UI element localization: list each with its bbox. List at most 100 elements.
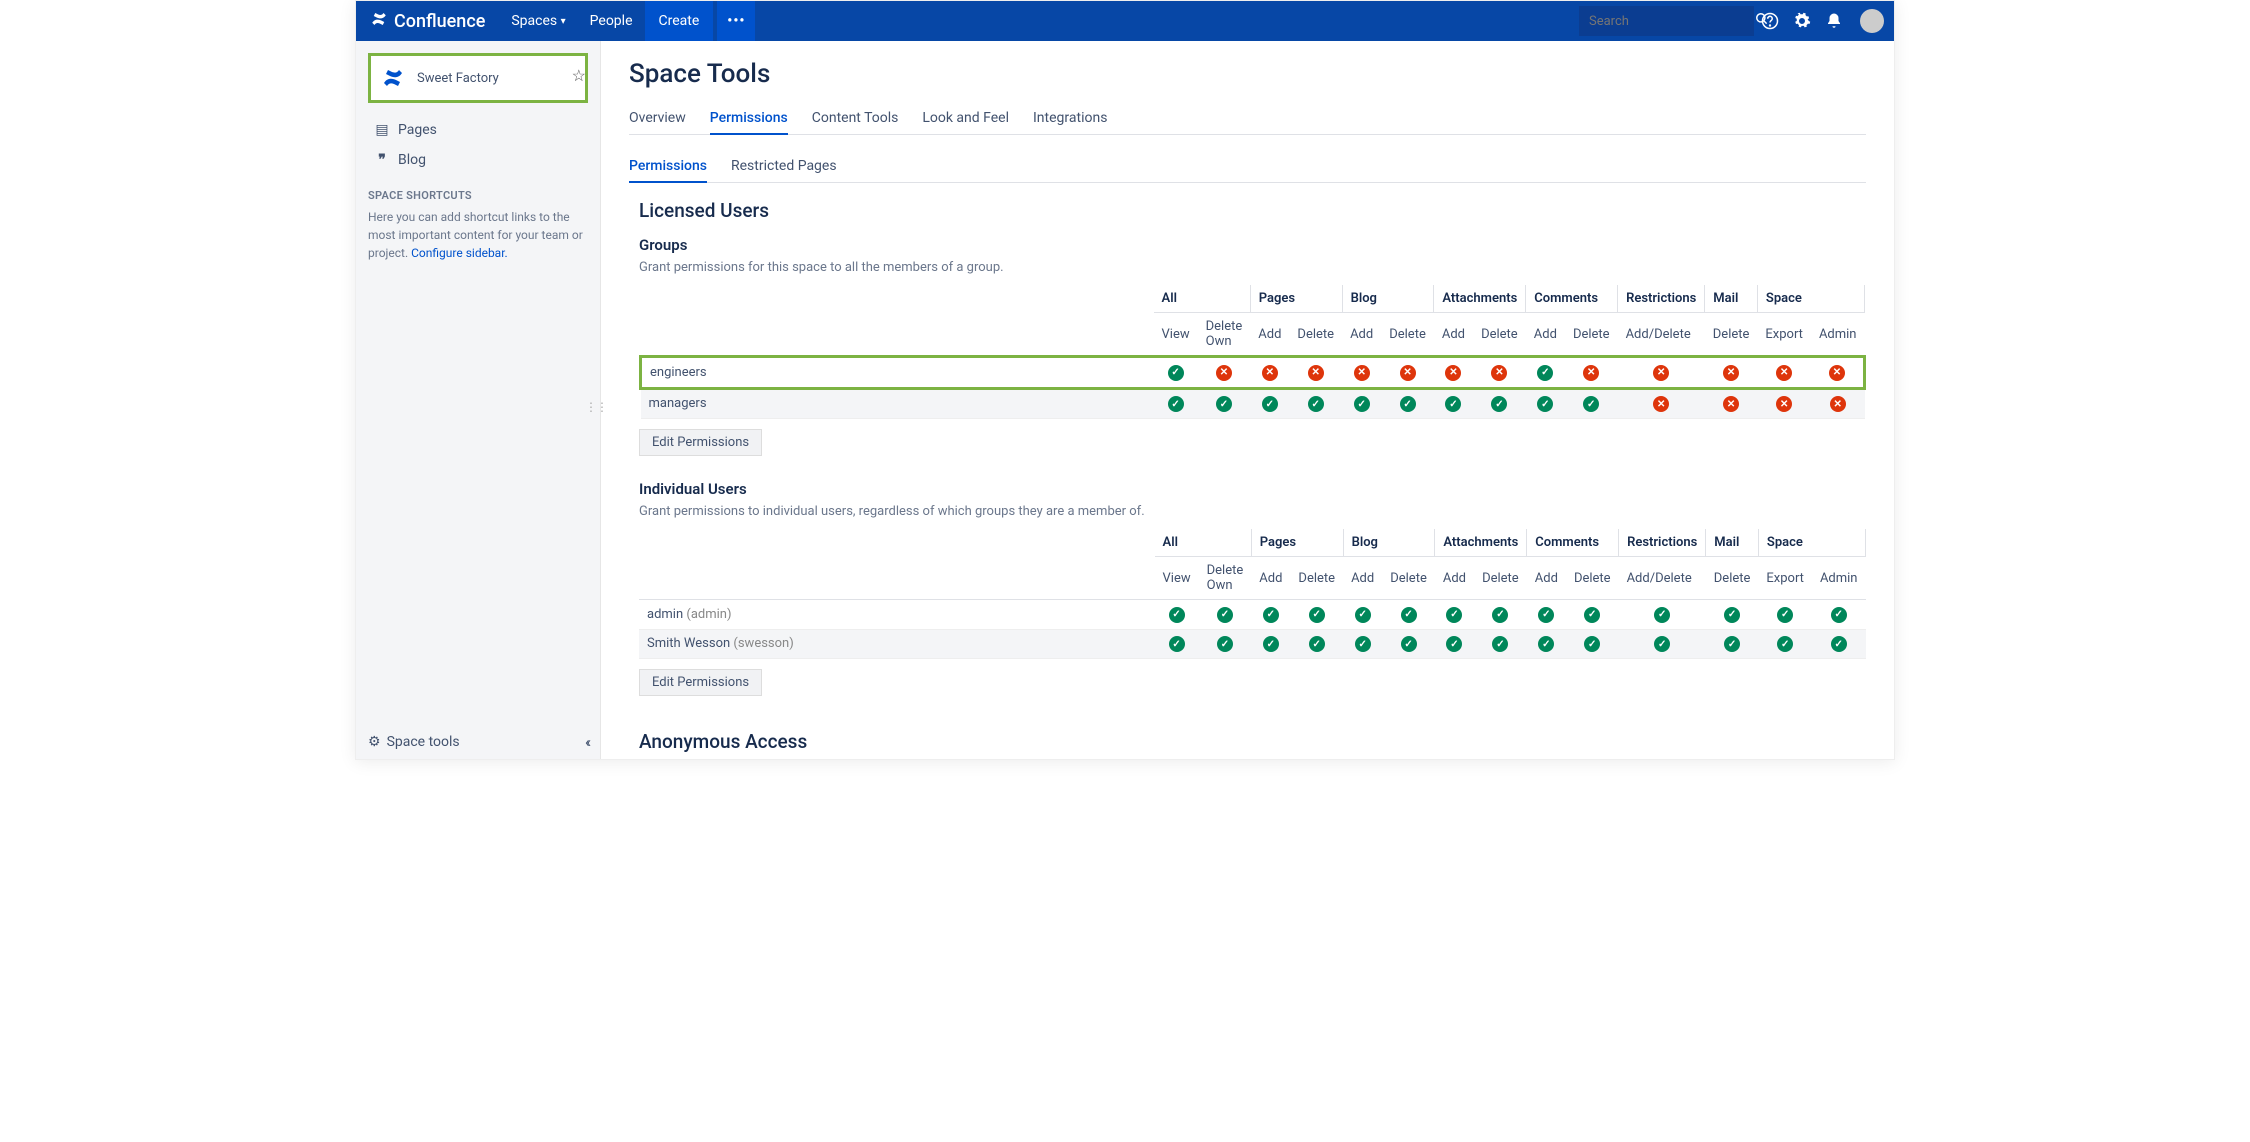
perm-cell: ✓ (1706, 600, 1759, 630)
tab-look-and-feel[interactable]: Look and Feel (922, 103, 1009, 134)
col-group-pages: Pages (1250, 285, 1342, 313)
col-group-all: All (1155, 529, 1252, 557)
denied-icon: ✕ (1776, 365, 1792, 381)
create-button[interactable]: Create (645, 1, 714, 41)
granted-icon: ✓ (1584, 607, 1600, 623)
user-avatar[interactable] (1860, 9, 1884, 33)
col-add: Add (1526, 313, 1565, 357)
col-group-pages: Pages (1251, 529, 1343, 557)
granted-icon: ✓ (1263, 636, 1279, 652)
perm-cell: ✓ (1812, 629, 1866, 659)
col-group-attachments: Attachments (1435, 529, 1527, 557)
col-view: View (1155, 557, 1199, 600)
col-add: Add (1435, 557, 1474, 600)
granted-icon: ✓ (1538, 636, 1554, 652)
perm-cell: ✓ (1473, 388, 1526, 419)
groups-desc: Grant permissions for this space to all … (639, 260, 1866, 275)
help-icon[interactable] (1754, 1, 1786, 41)
edit-user-permissions-button[interactable]: Edit Permissions (639, 669, 762, 696)
col-delete: Delete (1566, 557, 1619, 600)
col-delete: Delete (1382, 557, 1435, 600)
space-name: Sweet Factory (417, 71, 499, 86)
perm-cell: ✕ (1473, 357, 1526, 389)
settings-gear-icon[interactable] (1786, 1, 1818, 41)
perm-cell: ✕ (1342, 357, 1381, 389)
row-label: engineers (641, 357, 1154, 389)
perm-cell: ✕ (1757, 388, 1811, 419)
configure-sidebar-link[interactable]: Configure sidebar. (411, 246, 508, 260)
perm-cell: ✕ (1757, 357, 1811, 389)
edit-group-permissions-button[interactable]: Edit Permissions (639, 429, 762, 456)
tab-overview[interactable]: Overview (629, 103, 686, 134)
star-icon[interactable]: ☆ (572, 66, 586, 85)
subtab-permissions[interactable]: Permissions (629, 151, 707, 183)
col-group-all: All (1154, 285, 1251, 313)
granted-icon: ✓ (1308, 396, 1324, 412)
perm-cell: ✓ (1289, 388, 1342, 419)
more-menu-button[interactable]: ••• (717, 1, 755, 41)
denied-icon: ✕ (1723, 365, 1739, 381)
col-add-delete: Add/Delete (1618, 313, 1705, 357)
granted-icon: ✓ (1217, 636, 1233, 652)
perm-cell: ✓ (1290, 600, 1343, 630)
sidebar-resize-handle[interactable]: ⋮⋮ (585, 400, 607, 414)
sidebar-item-blog[interactable]: ❞Blog (368, 145, 588, 175)
perm-cell: ✓ (1290, 629, 1343, 659)
col-delete: Delete (1290, 557, 1343, 600)
perm-cell: ✓ (1474, 600, 1527, 630)
granted-icon: ✓ (1400, 396, 1416, 412)
perm-cell: ✕ (1434, 357, 1473, 389)
col-delete: Delete (1565, 313, 1618, 357)
granted-icon: ✓ (1217, 607, 1233, 623)
sidebar: Sweet Factory ☆ ▤Pages ❞Blog SPACE SHORT… (356, 41, 601, 759)
space-shortcuts-header: SPACE SHORTCUTS (368, 189, 588, 202)
nav-spaces[interactable]: Spaces ▾ (499, 1, 577, 41)
col-group-space: Space (1757, 285, 1864, 313)
perm-cell: ✓ (1198, 388, 1251, 419)
groups-permissions-table: AllPagesBlogAttachmentsCommentsRestricti… (639, 285, 1866, 419)
sidebar-item-pages[interactable]: ▤Pages (368, 115, 588, 145)
granted-icon: ✓ (1537, 396, 1553, 412)
col-delete-own: Delete Own (1198, 313, 1251, 357)
notification-bell-icon[interactable] (1818, 1, 1850, 41)
granted-icon: ✓ (1777, 636, 1793, 652)
perm-cell: ✓ (1154, 357, 1198, 389)
perm-cell: ✓ (1527, 600, 1566, 630)
row-label: admin (admin) (639, 600, 1155, 630)
granted-icon: ✓ (1309, 636, 1325, 652)
col-group-blog: Blog (1343, 529, 1435, 557)
space-card[interactable]: Sweet Factory (368, 53, 588, 103)
search-input-wrapper[interactable] (1579, 6, 1754, 36)
tab-integrations[interactable]: Integrations (1033, 103, 1107, 134)
granted-icon: ✓ (1538, 607, 1554, 623)
tab-content-tools[interactable]: Content Tools (812, 103, 899, 134)
granted-icon: ✓ (1492, 636, 1508, 652)
denied-icon: ✕ (1583, 365, 1599, 381)
nav-people[interactable]: People (578, 1, 645, 41)
perm-cell: ✓ (1343, 600, 1382, 630)
granted-icon: ✓ (1446, 636, 1462, 652)
perm-cell: ✓ (1199, 629, 1252, 659)
brand[interactable]: Confluence (356, 10, 499, 33)
perm-cell: ✓ (1474, 629, 1527, 659)
col-group-comments: Comments (1526, 285, 1618, 313)
col-group-restrictions: Restrictions (1619, 529, 1706, 557)
page-icon: ▤ (372, 122, 392, 138)
subtab-restricted-pages[interactable]: Restricted Pages (731, 151, 837, 182)
row-label: managers (641, 388, 1154, 419)
granted-icon: ✓ (1168, 365, 1184, 381)
search-input[interactable] (1589, 14, 1755, 29)
perm-cell: ✓ (1382, 629, 1435, 659)
sidebar-space-tools-link[interactable]: Space tools (387, 734, 460, 750)
denied-icon: ✕ (1653, 396, 1669, 412)
collapse-sidebar-icon[interactable]: ‹‹ (585, 733, 588, 751)
granted-icon: ✓ (1355, 607, 1371, 623)
granted-icon: ✓ (1401, 607, 1417, 623)
tab-permissions[interactable]: Permissions (710, 103, 788, 135)
col-add: Add (1434, 313, 1473, 357)
perm-cell: ✓ (1812, 600, 1866, 630)
perm-cell: ✕ (1705, 357, 1758, 389)
granted-icon: ✓ (1168, 396, 1184, 412)
perm-cell: ✕ (1618, 388, 1705, 419)
col-add: Add (1527, 557, 1566, 600)
